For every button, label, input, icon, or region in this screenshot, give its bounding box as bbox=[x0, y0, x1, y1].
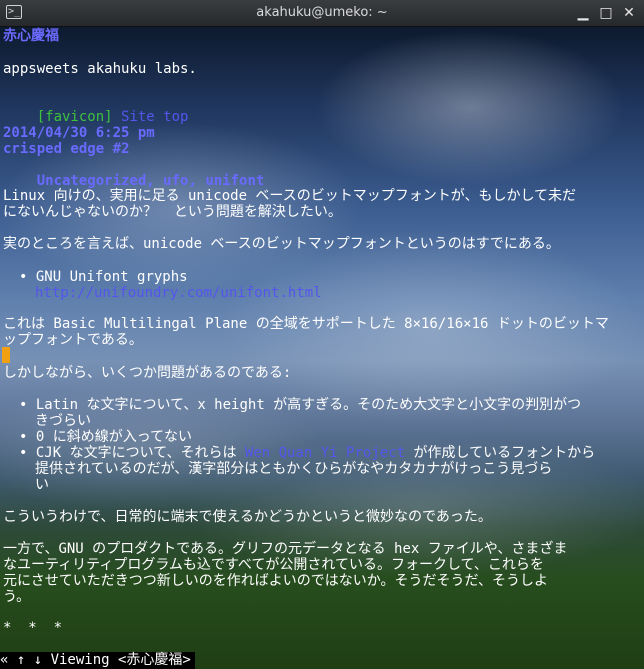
paragraph-text: 元にさせていただきつつ新しいのを作ればよいのではないか。そうだそうだ、そうしよ bbox=[3, 573, 549, 589]
wenquanyi-link[interactable]: Wen Quan Yi Project bbox=[245, 445, 405, 461]
paragraph-text: こういうわけで、日常的に端末で使えるかどうかというと微妙なのであった。 bbox=[3, 509, 492, 525]
close-button[interactable]: ✕ bbox=[620, 4, 638, 22]
site-tagline: appsweets akahuku labs. bbox=[3, 61, 197, 77]
paragraph-text: これは Basic Multilingal Plane の全域をサポートした 8… bbox=[3, 316, 609, 332]
list-item-cont: い bbox=[35, 477, 49, 493]
paragraph-text: 実のところを言えば、unicode ベースのビットマップフォントというのはすでに… bbox=[3, 236, 560, 252]
category-link[interactable]: Uncategorized bbox=[37, 173, 147, 189]
favicon-image-label: [favicon] bbox=[36, 109, 113, 125]
site-top-link[interactable]: Site top bbox=[121, 109, 188, 125]
paragraph-text: 一方で、GNU のプロダクトである。グリフの元データとなる hex ファイルや、… bbox=[3, 541, 568, 557]
maximize-button[interactable]: □ bbox=[597, 4, 615, 22]
terminal-viewport[interactable]: 赤心慶福 appsweets akahuku labs. [favicon] S… bbox=[0, 27, 644, 669]
separator-stars: * * * bbox=[3, 620, 63, 636]
list-item-cont: 提供されているのだが、漢字部分はともかくひらがなやカタカナがけっこう見づら bbox=[35, 461, 553, 477]
paragraph-text: う。 bbox=[3, 589, 31, 605]
window-title: akahuku@umeko: ~ bbox=[256, 5, 388, 20]
list-item: • GNU Unifont gryphs bbox=[19, 269, 188, 285]
post-date: 2014/04/30 6:25 pm bbox=[3, 125, 155, 141]
bullet: • bbox=[19, 269, 28, 285]
paragraph-text: しかしながら、いくつか問題があるのである: bbox=[3, 365, 292, 381]
minimize-button[interactable]: ▁ bbox=[574, 4, 592, 22]
list-item-cont: きづらい bbox=[35, 413, 91, 429]
list-item: • 0 に斜め線が入ってない bbox=[19, 429, 193, 445]
category-link[interactable]: unifont bbox=[205, 173, 264, 189]
post-title-link[interactable]: crisped edge #2 bbox=[3, 141, 129, 157]
paragraph-text: なユーティリティプログラムも込ですべてが公開されている。フォークして、これらを bbox=[3, 557, 544, 573]
window-titlebar: >_ akahuku@umeko: ~ ▁ □ ✕ bbox=[0, 0, 644, 27]
list-item: • CJK な文字について、それらは Wen Quan Yi Project が… bbox=[19, 445, 596, 461]
unifont-link[interactable]: http://unifoundry.com/unifont.html bbox=[35, 285, 322, 301]
site-title-link[interactable]: 赤心慶福 bbox=[3, 28, 59, 44]
paragraph-text: ップフォントである。 bbox=[3, 332, 143, 348]
paragraph-text: にないんじゃないのか？ という問題を解決したい。 bbox=[3, 204, 342, 220]
paragraph-text: Linux 向けの、実用に足る unicode ベースのビットマップフォントが、… bbox=[3, 188, 577, 204]
text-cursor bbox=[2, 347, 10, 363]
list-item: • Latin な文字について、x height が高すぎる。そのため大文字と小… bbox=[19, 397, 582, 413]
category-link[interactable]: ufo bbox=[163, 173, 188, 189]
status-bar: « ↑ ↓ Viewing <赤心慶福> bbox=[0, 652, 195, 669]
